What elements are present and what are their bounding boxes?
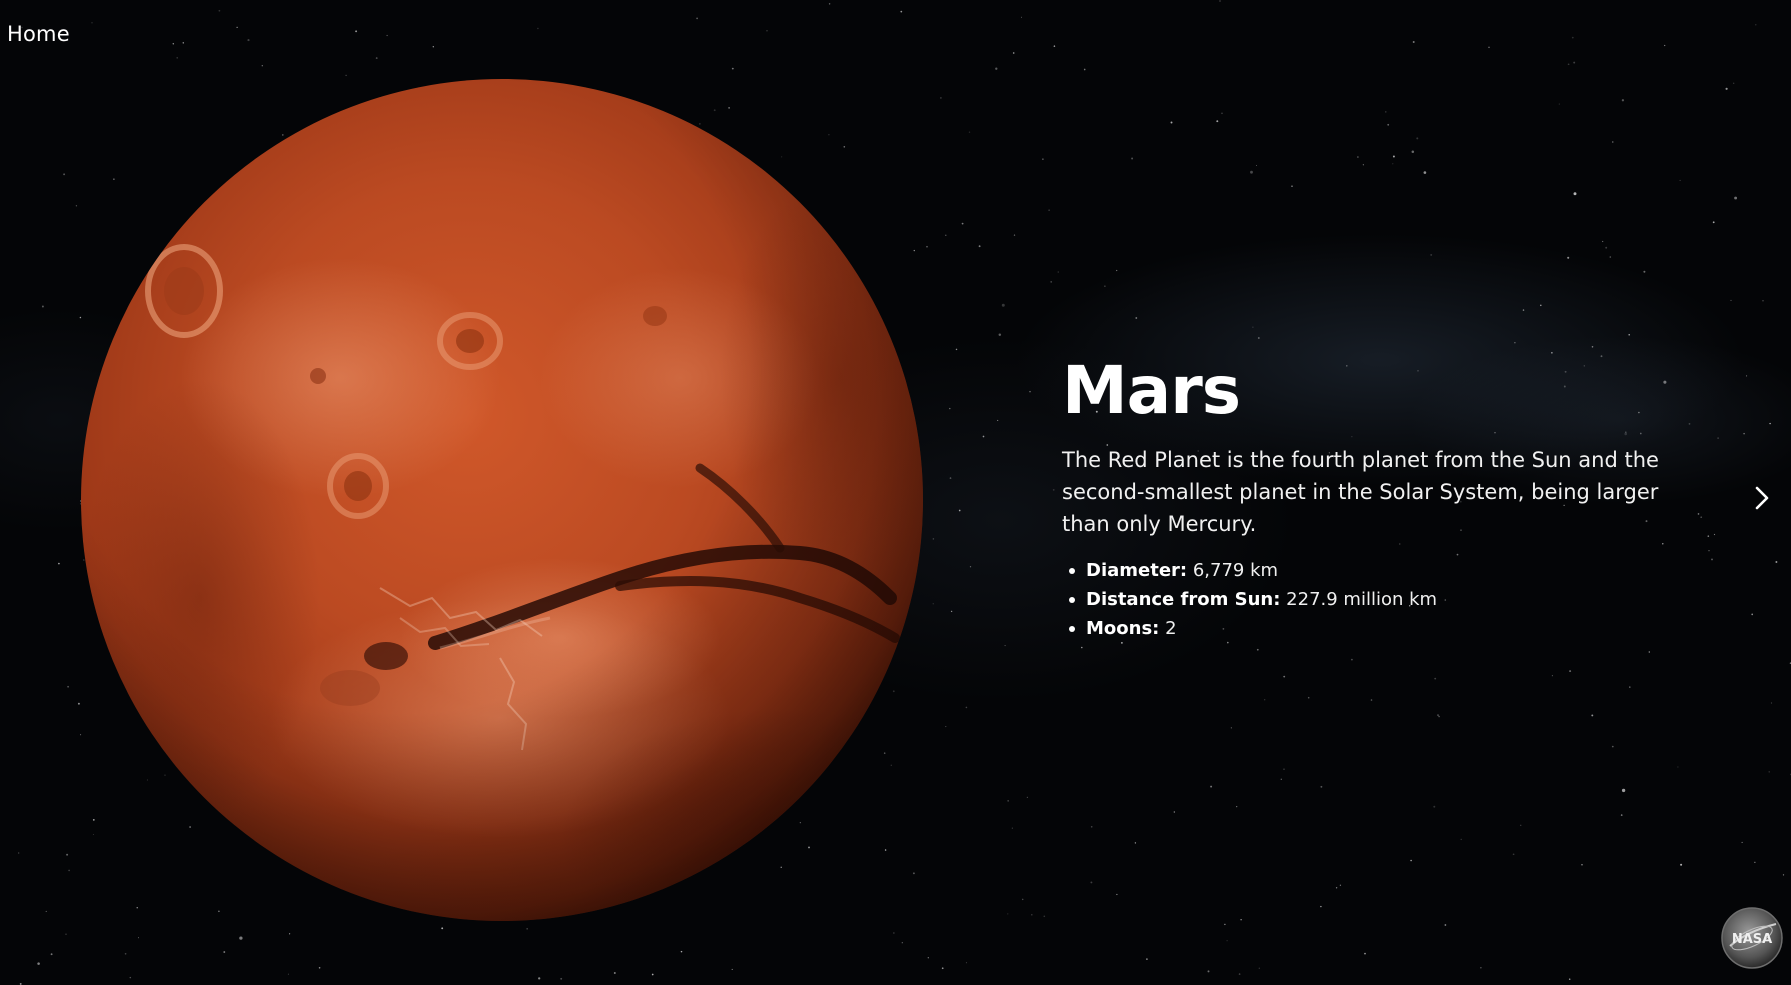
fact-value: 227.9 million km xyxy=(1286,589,1438,610)
fact-value: 2 xyxy=(1165,618,1177,639)
planet-info-panel: Mars The Red Planet is the fourth planet… xyxy=(1062,352,1702,643)
fact-label: Diameter: xyxy=(1086,560,1188,581)
fact-value: 6,779 km xyxy=(1192,560,1279,581)
home-link[interactable]: Home xyxy=(7,22,70,46)
svg-text:NASA: NASA xyxy=(1732,932,1772,947)
planet-facts-list: Diameter: 6,779 km Distance from Sun: 22… xyxy=(1062,556,1702,643)
planet-title: Mars xyxy=(1062,352,1241,429)
next-planet-button[interactable] xyxy=(1744,480,1780,516)
page-background: Home Mars The Red Planet is the fourth p… xyxy=(0,0,1791,985)
fact-distance-from-sun: Distance from Sun: 227.9 million km xyxy=(1069,585,1702,614)
nasa-logo: NASA xyxy=(1720,906,1784,970)
fact-label: Moons: xyxy=(1086,618,1160,639)
planet-description: The Red Planet is the fourth planet from… xyxy=(1062,448,1659,536)
fact-label: Distance from Sun: xyxy=(1086,589,1281,610)
mars-planet-image xyxy=(80,78,924,922)
fact-diameter: Diameter: 6,779 km xyxy=(1069,556,1702,585)
chevron-right-icon xyxy=(1755,486,1769,510)
fact-moons: Moons: 2 xyxy=(1069,614,1702,643)
